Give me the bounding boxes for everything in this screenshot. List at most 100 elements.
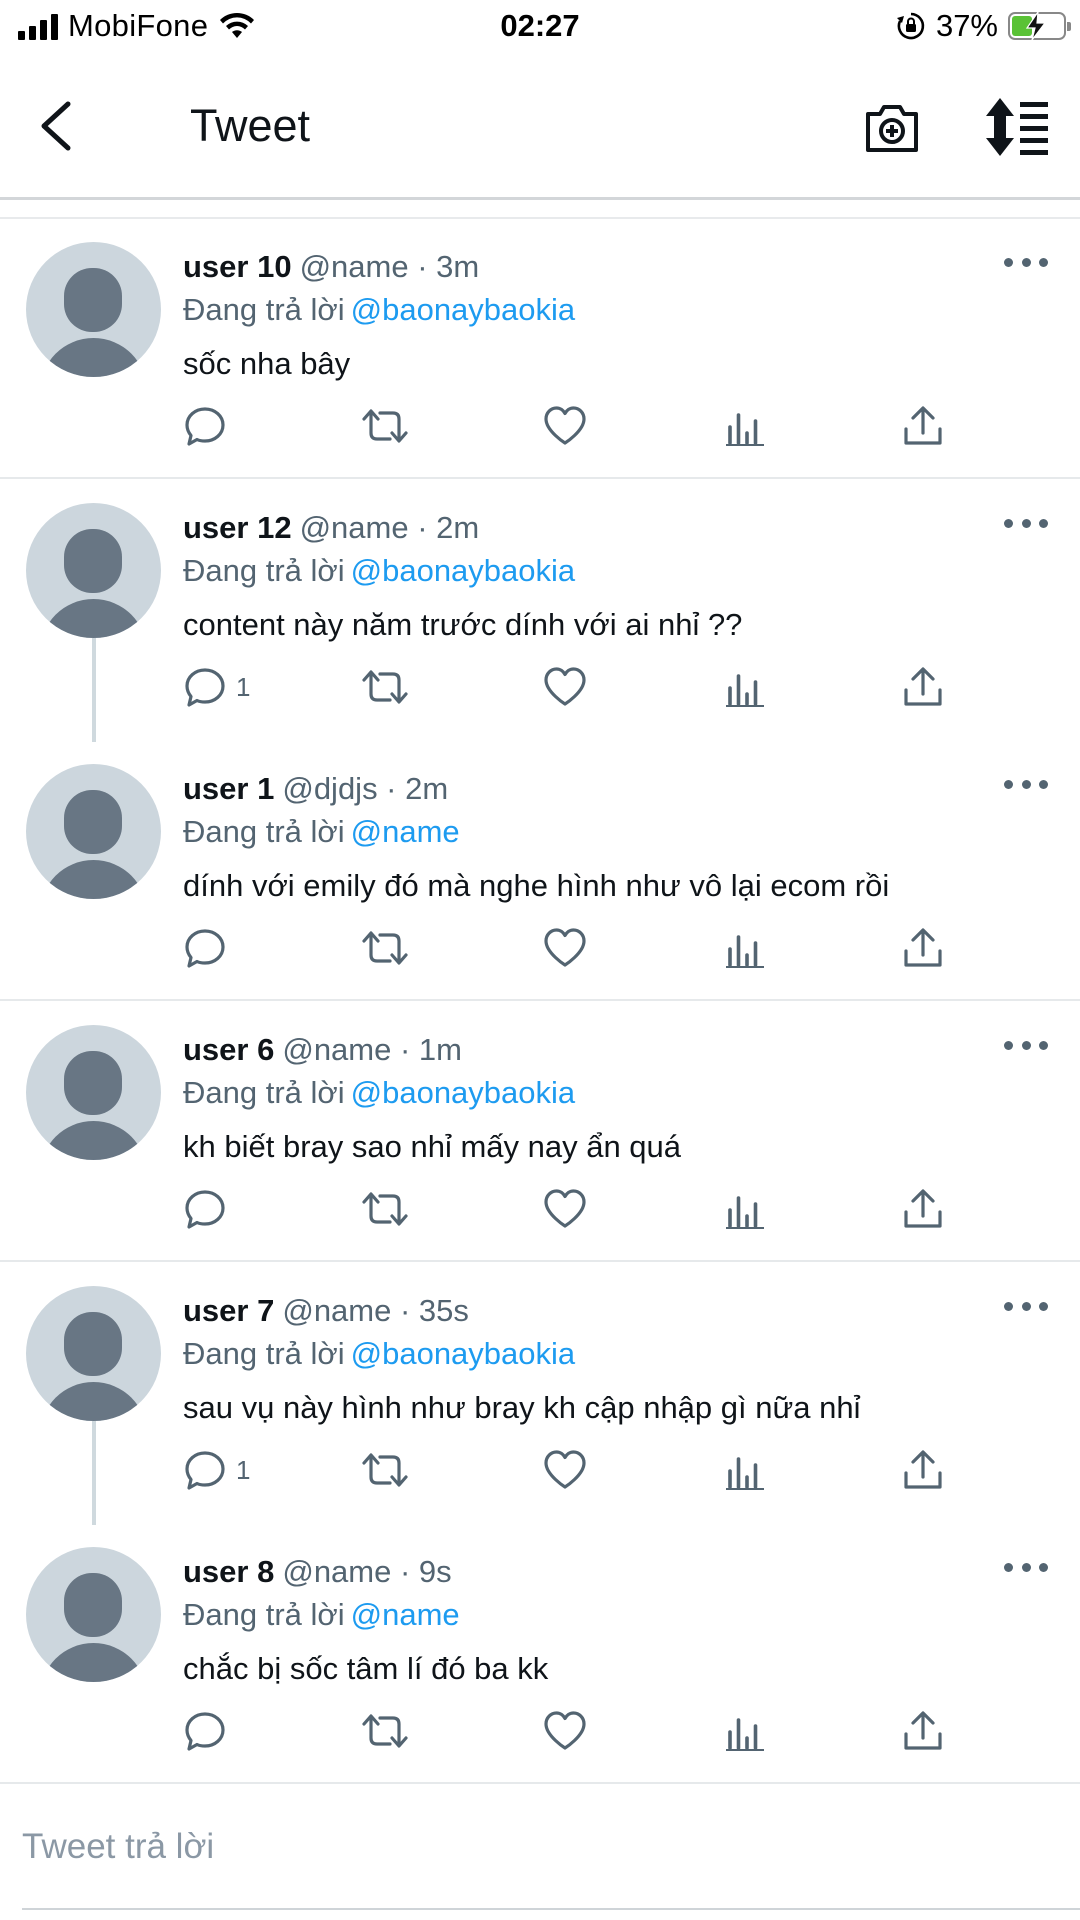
display-name[interactable]: user 7 (183, 1293, 274, 1328)
avatar[interactable] (26, 764, 161, 899)
like-button[interactable] (542, 1179, 588, 1239)
avatar[interactable] (26, 1547, 161, 1682)
analytics-button[interactable] (722, 396, 768, 456)
share-icon (904, 1189, 942, 1228)
tweet[interactable]: user 12 @name · 2m Đang trả lời @baonaybao… (0, 481, 1080, 742)
tweet[interactable]: user 10 @name · 3m Đang trả lời @baonaybao… (0, 220, 1080, 481)
sort-button[interactable] (984, 96, 1050, 158)
header-divider-secondary (0, 217, 1080, 219)
mention-link[interactable]: @baonaybaokia (351, 292, 576, 327)
handle-time: @name · 1m (282, 1032, 462, 1067)
tweet[interactable]: user 1 @djdjs · 2m Đang trả lời @name dính… (0, 742, 1080, 1003)
retweet-icon (362, 1714, 408, 1748)
retweet-icon (362, 1192, 408, 1226)
replying-to: Đang trả lời @baonaybaokia (183, 553, 575, 589)
retweet-icon (362, 931, 408, 965)
more-options-icon[interactable] (1004, 772, 1048, 796)
retweet-button[interactable] (360, 918, 410, 978)
reply-icon (185, 1190, 225, 1229)
avatar[interactable] (26, 1025, 161, 1160)
analytics-button[interactable] (722, 1440, 768, 1500)
like-button[interactable] (542, 918, 588, 978)
retweet-button[interactable] (360, 1440, 410, 1500)
reply-icon (185, 407, 225, 446)
retweet-button[interactable] (360, 657, 410, 717)
analytics-button[interactable] (722, 1701, 768, 1761)
retweet-icon (362, 1453, 408, 1487)
tweet-text: content này năm trước dính với ai nhỉ ?? (183, 607, 743, 642)
mention-link[interactable]: @name (351, 814, 460, 849)
reply-button[interactable] (182, 1701, 236, 1761)
tweet-actions: 1 (0, 657, 1080, 717)
camera-button[interactable] (862, 98, 922, 158)
mention-link[interactable]: @baonaybaokia (351, 1336, 576, 1371)
more-options-icon[interactable] (1004, 1294, 1048, 1318)
share-button[interactable] (900, 1440, 946, 1500)
reply-composer (0, 1785, 1080, 1920)
display-name[interactable]: user 1 (183, 771, 274, 806)
share-icon (904, 928, 942, 967)
battery-percent: 37% (935, 8, 998, 43)
analytics-button[interactable] (722, 657, 768, 717)
like-icon (544, 928, 586, 967)
reply-icon (185, 1451, 225, 1490)
replying-to: Đang trả lời @baonaybaokia (183, 1075, 575, 1111)
share-button[interactable] (900, 396, 946, 456)
tweet[interactable]: user 8 @name · 9s Đang trả lời @name chắc … (0, 1525, 1080, 1786)
display-name[interactable]: user 10 (183, 249, 292, 284)
reply-button[interactable] (182, 918, 236, 978)
analytics-icon (726, 1718, 764, 1751)
avatar[interactable] (26, 1286, 161, 1421)
display-name[interactable]: user 12 (183, 510, 292, 545)
more-options-icon[interactable] (1004, 1555, 1048, 1579)
reply-count: 1 (236, 671, 251, 702)
analytics-button[interactable] (722, 1179, 768, 1239)
share-button[interactable] (900, 657, 946, 717)
tweet-header: user 1 @djdjs · 2m (183, 771, 448, 807)
like-button[interactable] (542, 1701, 588, 1761)
top-app-bar: Tweet (0, 60, 1080, 200)
reply-button[interactable]: 1 (182, 1440, 250, 1500)
retweet-icon (362, 670, 408, 704)
like-icon (544, 1450, 586, 1489)
handle-time: @name · 3m (299, 249, 480, 284)
like-button[interactable] (542, 396, 588, 456)
share-icon (904, 406, 942, 445)
share-button[interactable] (900, 1179, 946, 1239)
tweet-divider (0, 477, 1080, 479)
chevron-left-icon (41, 101, 71, 151)
like-icon (544, 1711, 586, 1750)
analytics-button[interactable] (722, 918, 768, 978)
reply-button[interactable]: 1 (182, 657, 250, 717)
tweet-divider (0, 1782, 1080, 1784)
reply-button[interactable] (182, 1179, 236, 1239)
share-button[interactable] (900, 1701, 946, 1761)
more-options-icon[interactable] (1004, 511, 1048, 535)
like-button[interactable] (542, 1440, 588, 1500)
mention-link[interactable]: @name (351, 1597, 460, 1632)
back-button[interactable] (28, 96, 88, 156)
display-name[interactable]: user 6 (183, 1032, 274, 1067)
reply-input[interactable] (22, 1827, 1022, 1867)
tweet-actions (0, 918, 1080, 978)
retweet-button[interactable] (360, 1701, 410, 1761)
share-button[interactable] (900, 918, 946, 978)
mention-link[interactable]: @baonaybaokia (351, 1075, 576, 1110)
tweet[interactable]: user 7 @name · 35s Đang trả lời @baonaybao… (0, 1264, 1080, 1525)
analytics-icon (726, 1196, 764, 1229)
avatar[interactable] (26, 503, 161, 638)
more-options-icon[interactable] (1004, 250, 1048, 274)
retweet-button[interactable] (360, 396, 410, 456)
avatar[interactable] (26, 242, 161, 377)
display-name[interactable]: user 8 (183, 1554, 274, 1589)
mention-link[interactable]: @baonaybaokia (351, 553, 576, 588)
like-button[interactable] (542, 657, 588, 717)
status-bar: MobiFone 02:27 37% (0, 0, 1080, 60)
tweet[interactable]: user 6 @name · 1m Đang trả lời @baonaybaok… (0, 1003, 1080, 1264)
more-options-icon[interactable] (1004, 1033, 1048, 1057)
retweet-button[interactable] (360, 1179, 410, 1239)
tweet-header: user 8 @name · 9s (183, 1554, 452, 1590)
page-title: Tweet (190, 100, 311, 151)
reply-button[interactable] (182, 396, 236, 456)
replying-to: Đang trả lời @name (183, 814, 460, 850)
